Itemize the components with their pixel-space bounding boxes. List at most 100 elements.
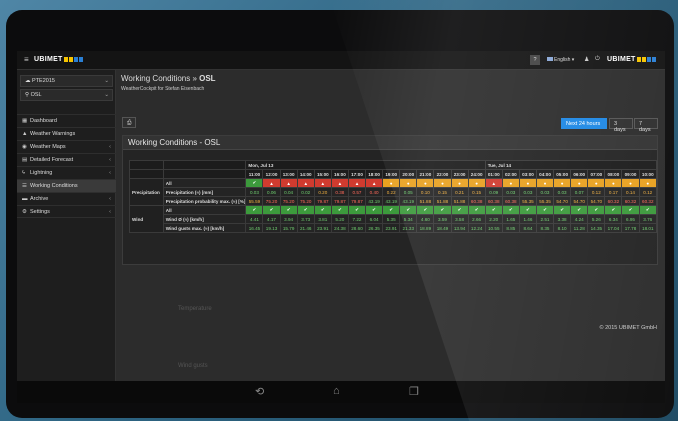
chevron-left-icon: ‹ xyxy=(109,144,111,150)
value-cell: 0.03 xyxy=(518,187,537,197)
value-cell: 4.60 xyxy=(416,214,435,224)
value-cell: 0.03 xyxy=(535,187,555,197)
value-cell: 60.32 xyxy=(638,196,658,206)
hour-header: 03:00 xyxy=(518,169,537,179)
sidebar-item-archive[interactable]: ▬ Archive ‹ xyxy=(17,192,116,205)
hour-header: 10:00 xyxy=(638,169,658,179)
value-cell: 5.34 xyxy=(399,214,418,224)
value-cell: 54.70 xyxy=(587,196,606,206)
table-row: Wind All ✔ ✔ ✔ ✔ ✔ ✔ ✔ ✔ ✔ ✔ ✔ ✔ ✔ ✔ ✔ ✔ ✔ ✔ ✔ ✔ ✔ ✔ ✔ ✔ xyxy=(129,205,658,233)
range-3-days[interactable]: 3 days xyxy=(609,118,633,133)
hour-header: 20:00 xyxy=(399,169,418,179)
value-cell: 2.51 xyxy=(535,214,555,224)
status-cell: ✔ xyxy=(245,178,264,188)
status-cell: ✔ xyxy=(416,205,435,215)
probability-row-label: Precipitation probability max. (≈) [%] xyxy=(162,196,247,206)
status-cell: ● xyxy=(416,178,435,188)
status-cell: ● xyxy=(604,178,623,188)
hour-header: 19:00 xyxy=(382,169,401,179)
status-cell: ● xyxy=(518,178,537,188)
value-cell: 8.64 xyxy=(518,223,537,233)
android-nav-bar: ⟲ ⌂ ❐ xyxy=(17,381,665,403)
status-cell: ✔ xyxy=(296,205,315,215)
sidebar-item-working-conditions[interactable]: ☰ Working Conditions xyxy=(17,179,116,192)
status-cell: ✔ xyxy=(484,205,503,215)
status-cell: ▲ xyxy=(313,178,332,188)
project-select[interactable]: ☁ PTE2015 ⌄ xyxy=(20,75,113,87)
globe-icon: ◉ xyxy=(22,144,27,150)
hour-header: 09:00 xyxy=(621,169,640,179)
sidebar-item-lightning[interactable]: ϟ Lightning ‹ xyxy=(17,166,116,179)
marker-icon: ⚲ xyxy=(25,92,30,98)
value-cell: 75.20 xyxy=(262,196,281,206)
value-cell: 54.70 xyxy=(570,196,589,206)
value-cell: 0.40 xyxy=(365,187,384,197)
print-button[interactable]: ⎙ xyxy=(122,117,136,128)
page-title: Working Conditions » OSL xyxy=(121,74,216,83)
value-cell: 54.70 xyxy=(553,196,572,206)
precipitation-row-label: Precipitation (≈) [mm] xyxy=(162,187,247,197)
chevron-left-icon: ‹ xyxy=(109,170,111,176)
value-cell: 23.91 xyxy=(382,223,401,233)
value-cell: 0.15 xyxy=(467,187,486,197)
range-7-days[interactable]: 7 days xyxy=(634,118,658,133)
language-select[interactable]: English ▾ xyxy=(547,57,574,63)
app-logo[interactable]: UBIMET xyxy=(34,56,83,63)
status-cell: ✔ xyxy=(330,205,349,215)
value-cell: 43.19 xyxy=(365,196,384,206)
status-cell: ✔ xyxy=(450,205,469,215)
sidebar-item-weather-warnings[interactable]: ▲ Weather Warnings xyxy=(17,127,116,140)
sidebar-item-detailed-forecast[interactable]: ▤ Detailed Forecast ‹ xyxy=(17,153,116,166)
hour-header: 21:00 xyxy=(416,169,435,179)
value-cell: 43.19 xyxy=(399,196,418,206)
status-cell: ▲ xyxy=(279,178,298,188)
value-cell: 17.78 xyxy=(621,223,640,233)
sidebar-item-weather-maps[interactable]: ◉ Weather Maps ‹ xyxy=(17,140,116,153)
status-cell: ✔ xyxy=(553,205,572,215)
status-cell: ● xyxy=(467,178,486,188)
value-cell: 16.45 xyxy=(245,223,264,233)
all-row-label: All xyxy=(162,205,247,215)
back-icon[interactable]: ⟲ xyxy=(255,385,264,398)
hour-header: 11:00 xyxy=(245,169,264,179)
value-cell: 3.58 xyxy=(450,214,469,224)
home-icon[interactable]: ⌂ xyxy=(333,385,340,397)
status-cell: ▲ xyxy=(365,178,384,188)
table-row: Wind gusts max. (≈) [km/h] 16.45 19.13 15.7… xyxy=(130,223,658,233)
status-cell: ● xyxy=(382,178,401,188)
cogs-icon: ⚙ xyxy=(22,209,27,215)
status-cell: ● xyxy=(621,178,640,188)
hour-header: 07:00 xyxy=(587,169,606,179)
hour-header: 06:00 xyxy=(570,169,589,179)
value-cell: 6.95 xyxy=(621,214,640,224)
value-cell: 55.35 xyxy=(535,196,555,206)
status-cell: ✔ xyxy=(535,205,555,215)
value-cell: 60.32 xyxy=(604,196,623,206)
hour-header: 22:00 xyxy=(433,169,452,179)
sidebar-item-settings[interactable]: ⚙ Settings ‹ xyxy=(17,205,116,218)
grid-icon: ▦ xyxy=(22,118,28,124)
value-cell: 5.26 xyxy=(587,214,606,224)
value-cell: 0.20 xyxy=(313,187,332,197)
value-cell: 60.38 xyxy=(501,196,520,206)
menu-icon[interactable]: ≡ xyxy=(24,55,29,64)
value-cell: 0.03 xyxy=(501,187,520,197)
corner-cell xyxy=(162,169,247,179)
hour-header: 13:00 xyxy=(279,169,298,179)
recents-icon[interactable]: ❐ xyxy=(409,385,419,398)
range-next-24-hours[interactable]: Next 24 hours xyxy=(561,118,607,129)
status-cell: ▲ xyxy=(262,178,281,188)
value-cell: 4.24 xyxy=(570,214,589,224)
status-cell: ✔ xyxy=(621,205,640,215)
status-cell: ▲ xyxy=(484,178,503,188)
list-icon: ☰ xyxy=(22,183,27,189)
power-icon[interactable]: ⏻ xyxy=(595,56,600,63)
ghost-windgusts-label: Wind gusts xyxy=(178,363,208,369)
location-select[interactable]: ⚲ OSL ⌄ xyxy=(20,89,113,101)
value-cell: 11.28 xyxy=(570,223,589,233)
value-cell: 55.35 xyxy=(518,196,537,206)
wind-row-label: Wind Ø (≈) [km/h] xyxy=(162,214,247,224)
user-icon[interactable]: ♟ xyxy=(584,56,589,63)
help-button[interactable]: ? xyxy=(530,55,540,65)
sidebar-item-dashboard[interactable]: ▦ Dashboard xyxy=(17,114,116,127)
